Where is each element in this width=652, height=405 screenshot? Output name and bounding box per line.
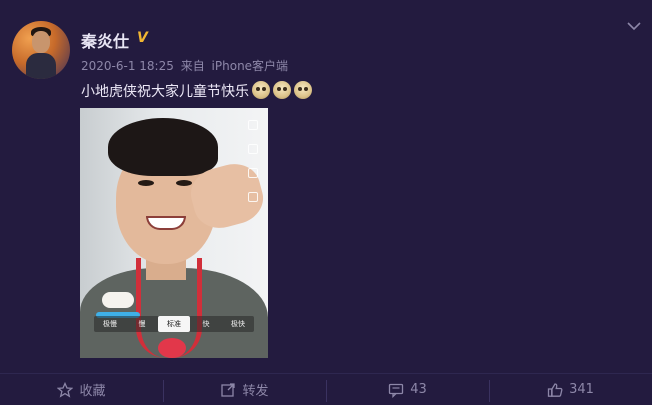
post-source[interactable]: iPhone客户端 [212,59,289,73]
photo-hair [108,118,218,176]
username[interactable]: 秦炎仕 [81,28,129,52]
favorite-button[interactable]: 收藏 [0,374,163,405]
edit-icon [248,144,258,154]
repost-icon [221,382,236,397]
comment-icon [389,383,404,398]
timer-icon [248,168,258,178]
avatar-torso [26,53,56,79]
camera-side-icons [248,120,262,230]
repost-label: 转发 [242,384,269,399]
favorite-label: 收藏 [79,384,106,399]
like-icon [547,382,563,397]
source-prefix: 来自 [180,59,205,73]
post-date[interactable]: 2020-6-1 18:25 [81,59,174,73]
photo-eye [176,180,192,186]
emoji-icon [252,81,270,99]
emoji-icon [294,81,312,99]
verified-icon: V [137,30,148,46]
weibo-post-card: 秦炎仕 V 2020-6-1 18:25 来自 iPhone客户端 小地虎侠祝大… [0,0,652,405]
camera-icon [248,120,258,130]
post-text: 小地虎侠祝大家儿童节快乐 [81,81,312,101]
post-text-content: 小地虎侠祝大家儿童节快乐 [81,84,249,100]
post-photo[interactable]: 极慢 慢 标准 快 极快 [80,108,268,358]
star-icon [57,381,74,398]
filter-icon [248,192,258,202]
repost-button[interactable]: 转发 [163,374,326,405]
like-button[interactable]: 341 [489,374,652,405]
speed-option: 快 [202,320,210,328]
speed-option: 极慢 [103,320,117,328]
comment-count: 43 [410,382,427,397]
photo-eye [138,180,154,186]
post-meta: 2020-6-1 18:25 来自 iPhone客户端 [81,57,291,74]
speed-option: 慢 [138,320,146,328]
speed-option: 极快 [231,320,245,328]
chevron-down-icon[interactable] [626,20,642,32]
avatar[interactable] [12,21,70,79]
comment-button[interactable]: 43 [326,374,489,405]
emoji-icon [273,81,291,99]
speed-option-selected: 标准 [158,316,190,332]
avatar-face [32,31,50,53]
toy-body [102,292,134,308]
photo-badge [158,338,186,358]
speed-selector: 极慢 慢 标准 快 极快 [94,316,254,332]
action-bar: 收藏 转发 43 341 [0,373,652,405]
like-count: 341 [569,382,594,397]
